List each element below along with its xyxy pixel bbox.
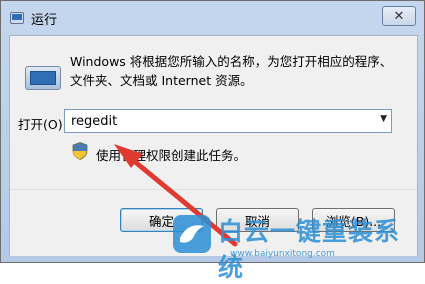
run-app-icon [25, 66, 61, 90]
admin-note: 使用管理权限创建此任务。 [96, 148, 247, 163]
browse-button-label: 浏览(B)... [325, 213, 382, 229]
run-dialog: 运行 ✕ Windows 将根据您所输入的名称，为您打开相应的程序、文件夹、文档… [0, 0, 425, 263]
cancel-button[interactable]: 取消 [216, 208, 299, 232]
title-bar[interactable]: 运行 ✕ [1, 1, 424, 35]
open-label: 打开(O): [18, 117, 67, 132]
uac-shield-icon [72, 142, 88, 160]
dialog-body: Windows 将根据您所输入的名称，为您打开相应的程序、文件夹、文档或 Int… [9, 35, 418, 256]
open-combobox[interactable]: ▼ [64, 109, 392, 133]
description-text: Windows 将根据您所输入的名称，为您打开相应的程序、文件夹、文档或 Int… [70, 54, 393, 88]
run-app-icon [10, 12, 24, 24]
cancel-button-label: 取消 [244, 213, 270, 229]
browse-button[interactable]: 浏览(B)... [312, 208, 395, 232]
window-title: 运行 [31, 13, 58, 28]
close-icon: ✕ [393, 8, 405, 24]
button-bar: 确定 取消 浏览(B)... [10, 189, 417, 256]
open-input[interactable] [65, 110, 377, 132]
dropdown-arrow-icon[interactable]: ▼ [380, 114, 387, 124]
ok-button-label: 确定 [148, 213, 174, 229]
ok-button[interactable]: 确定 [120, 208, 203, 232]
close-button[interactable]: ✕ [382, 6, 416, 26]
